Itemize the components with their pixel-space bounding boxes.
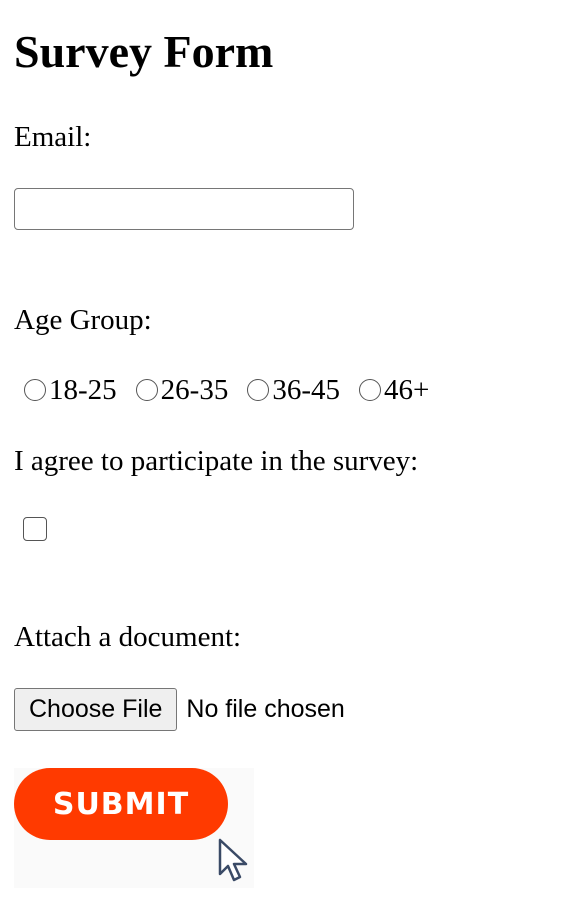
age-option-46-plus[interactable]: 46+ xyxy=(359,373,429,407)
page-title: Survey Form xyxy=(14,26,274,77)
radio-button[interactable] xyxy=(359,379,382,401)
consent-checkbox[interactable] xyxy=(23,517,47,541)
choose-file-button[interactable]: Choose File xyxy=(14,688,178,731)
email-label: Email: xyxy=(14,121,92,153)
radio-button[interactable] xyxy=(24,379,46,401)
age-option-label: 36-45 xyxy=(272,374,341,406)
email-field[interactable] xyxy=(14,188,354,230)
submit-area: SUBMIT xyxy=(14,768,254,888)
file-status-text: No file chosen xyxy=(186,695,345,723)
mouse-pointer-icon xyxy=(218,838,248,882)
age-option-18-25[interactable]: 18-25 xyxy=(24,373,117,407)
consent-label: I agree to participate in the survey: xyxy=(14,445,419,477)
submit-button[interactable]: SUBMIT xyxy=(14,768,228,840)
age-option-label: 26-35 xyxy=(160,374,229,406)
radio-button[interactable] xyxy=(135,379,158,401)
age-group-options: 18-25 26-35 36-45 46+ xyxy=(24,372,448,408)
radio-button[interactable] xyxy=(247,379,270,401)
age-option-label: 18-25 xyxy=(49,374,117,406)
attachment-label: Attach a document: xyxy=(14,621,242,653)
age-option-26-35[interactable]: 26-35 xyxy=(135,373,229,407)
age-option-label: 46+ xyxy=(384,374,430,406)
age-option-36-45[interactable]: 36-45 xyxy=(247,373,340,407)
file-picker: Choose File No file chosen xyxy=(14,688,345,731)
age-group-label: Age Group: xyxy=(14,304,152,336)
